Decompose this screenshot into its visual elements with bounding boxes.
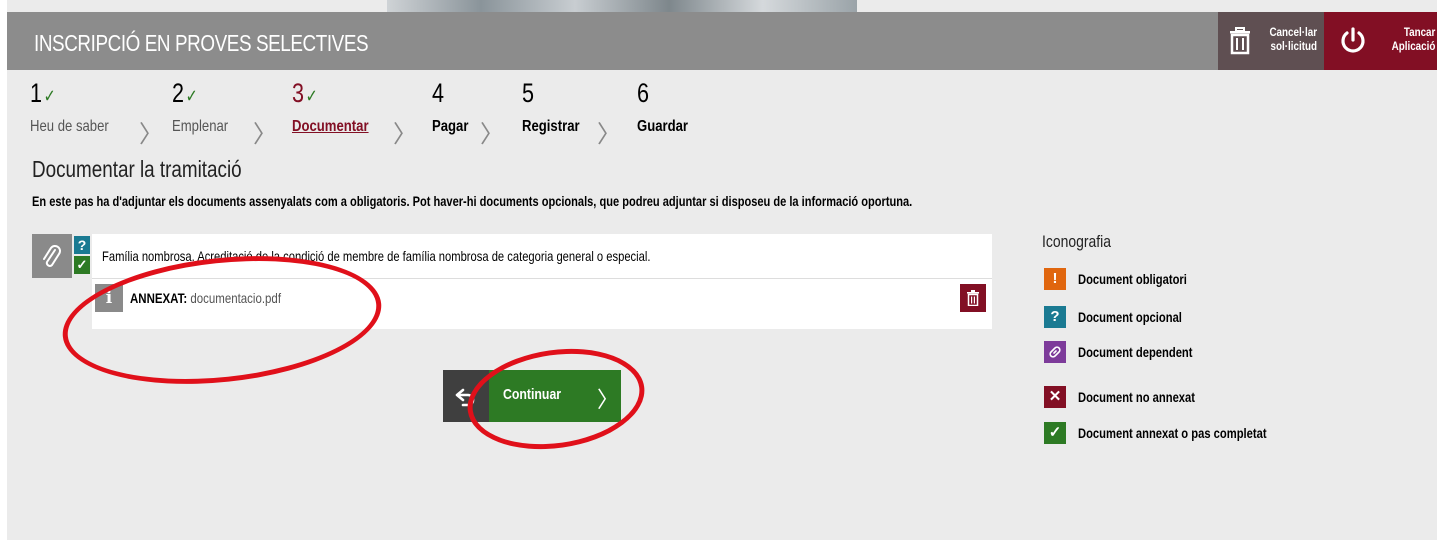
legend-label: Document opcional [1078, 309, 1182, 325]
legend-label: Document annexat o pas completat [1078, 425, 1267, 441]
document-card: ? ✓ Família nombrosa. Acreditació de la … [32, 234, 992, 329]
link-icon [1044, 341, 1066, 363]
back-button[interactable] [443, 370, 489, 422]
step-documentar[interactable]: 3✓ Documentar [292, 78, 369, 135]
icon-legend: Iconografia ! Document obligatori ? Docu… [1042, 232, 1267, 444]
check-icon: ✓ [1044, 422, 1066, 444]
check-icon: ✓ [185, 86, 198, 106]
app-header: INSCRIPCIÓ EN PROVES SELECTIVES Cancel·l… [7, 12, 1437, 70]
cross-icon: ✕ [1044, 386, 1066, 408]
intro-text: En este pas ha d'adjuntar els documents … [32, 193, 913, 209]
step-label: Heu de saber [30, 118, 109, 135]
step-number: 1 [30, 78, 43, 108]
chevron-right-icon: 〉 [139, 121, 163, 148]
delete-file-button[interactable] [960, 284, 986, 312]
step-registrar[interactable]: 5 Registrar [522, 78, 580, 135]
step-label: Documentar [292, 118, 369, 135]
close-label-line1: Tancar [1403, 25, 1435, 39]
optional-document-badge: ? [74, 236, 90, 254]
step-emplenar[interactable]: 2✓ Emplenar [172, 78, 228, 135]
undo-icon [455, 388, 475, 407]
chevron-right-icon: 〉 [480, 121, 504, 148]
question-icon: ? [1044, 306, 1066, 328]
page-title: Documentar la tramitació [32, 156, 242, 182]
continue-button[interactable]: Continuar 〉 [489, 370, 621, 422]
attached-file-info: ANNEXAT: documentacio.pdf [130, 290, 281, 306]
close-app-button[interactable]: Tancar Aplicació [1324, 12, 1437, 70]
check-icon: ✓ [305, 86, 318, 106]
step-label: Guardar [637, 118, 689, 135]
header-photo-strip [387, 0, 857, 12]
step-pagar[interactable]: 4 Pagar [432, 78, 468, 135]
document-description: Família nombrosa. Acreditació de la cond… [102, 248, 651, 264]
legend-label: Document dependent [1078, 344, 1193, 360]
step-label: Registrar [522, 118, 580, 135]
cancel-request-button[interactable]: Cancel·lar sol·licitud [1218, 12, 1324, 70]
step-label: Pagar [432, 118, 469, 135]
step-heu-de-saber[interactable]: 1✓ Heu de saber [30, 78, 109, 135]
info-icon[interactable]: i [95, 284, 123, 312]
close-label-line2: Aplicació [1391, 39, 1435, 53]
check-icon: ✓ [43, 86, 56, 106]
exclamation-icon: ! [1044, 268, 1066, 290]
check-icon: ✓ [74, 256, 90, 274]
trash-icon [1230, 27, 1250, 55]
power-icon [1341, 27, 1365, 53]
step-number: 4 [432, 78, 445, 108]
step-number: 2 [172, 78, 185, 108]
step-number: 3 [292, 78, 305, 108]
cancel-label-line1: Cancel·lar [1269, 25, 1317, 39]
attached-file-name[interactable]: documentacio.pdf [190, 290, 281, 306]
chevron-right-icon: 〉 [597, 387, 620, 412]
trash-icon [967, 290, 979, 307]
step-label: Emplenar [172, 118, 229, 135]
chevron-right-icon: 〉 [393, 121, 417, 148]
paperclip-icon [43, 245, 61, 267]
chevron-right-icon: 〉 [253, 121, 277, 148]
legend-label: Document no annexat [1078, 389, 1195, 405]
step-guardar[interactable]: 6 Guardar [637, 78, 688, 135]
annex-label: ANNEXAT: [130, 290, 188, 306]
chevron-right-icon: 〉 [597, 121, 621, 148]
page: INSCRIPCIÓ EN PROVES SELECTIVES Cancel·l… [7, 0, 1437, 540]
step-number: 5 [522, 78, 535, 108]
app-title: INSCRIPCIÓ EN PROVES SELECTIVES [34, 30, 369, 56]
step-number: 6 [637, 78, 650, 108]
legend-label: Document obligatori [1078, 271, 1187, 287]
attach-button[interactable] [32, 234, 72, 278]
document-header: Família nombrosa. Acreditació de la cond… [92, 234, 992, 278]
legend-title: Iconografia [1042, 232, 1111, 251]
continue-label: Continuar [503, 386, 562, 403]
cancel-label-line2: sol·licitud [1270, 39, 1317, 53]
attached-file-row: i ANNEXAT: documentacio.pdf [92, 278, 992, 329]
